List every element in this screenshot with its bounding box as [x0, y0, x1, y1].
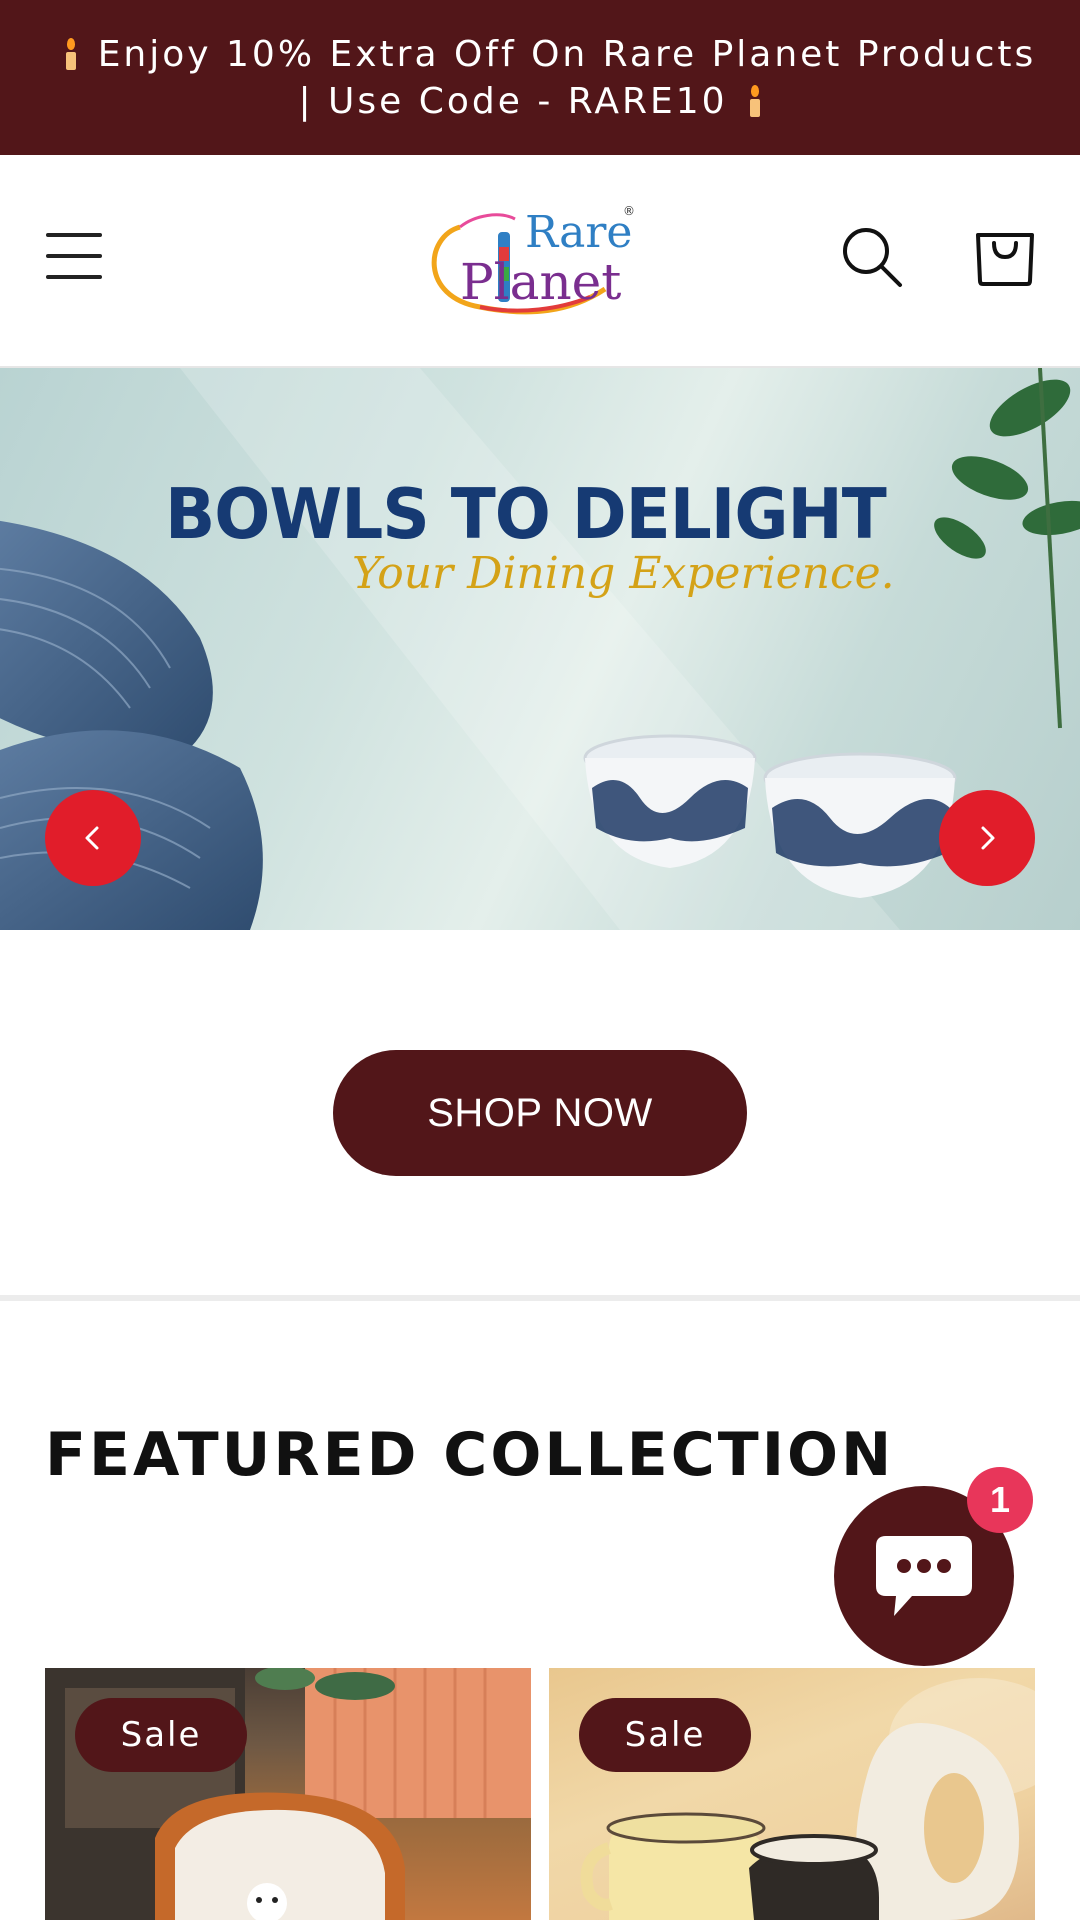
hero-title: BOWLS TO DELIGHT	[165, 474, 887, 555]
featured-collection-title: FEATURED COLLECTION	[45, 1420, 895, 1490]
candle-icon	[64, 36, 78, 70]
slider-prev-button[interactable]	[45, 790, 141, 886]
section-divider	[0, 1295, 1080, 1301]
sale-badge: Sale	[579, 1698, 751, 1772]
hero-banner[interactable]: BOWLS TO DELIGHT Your Dining Experience.	[0, 368, 1080, 930]
slider-next-button[interactable]	[939, 790, 1035, 886]
product-card[interactable]: Sale	[45, 1668, 531, 1920]
sale-badge: Sale	[75, 1698, 247, 1772]
search-icon[interactable]	[840, 225, 904, 289]
announcement-bar: Enjoy 10% Extra Off On Rare Planet Produ…	[0, 0, 1080, 155]
chat-bubble-icon	[876, 1536, 972, 1616]
chevron-right-icon	[981, 826, 995, 850]
announcement-text: Enjoy 10% Extra Off On Rare Planet Produ…	[97, 33, 1037, 122]
hero-subtitle: Your Dining Experience.	[352, 548, 895, 599]
site-header: Rare Planet ®	[0, 157, 1080, 367]
candle-icon	[748, 83, 762, 117]
logo-text-rare: Rare	[525, 207, 632, 258]
logo-registered-mark: ®	[623, 204, 635, 218]
chat-notification-badge: 1	[967, 1467, 1033, 1533]
product-card[interactable]: Sale	[549, 1668, 1035, 1920]
chevron-left-icon	[85, 826, 99, 850]
logo-text-planet: Planet	[460, 253, 621, 311]
hamburger-menu-icon[interactable]	[46, 229, 102, 283]
shopping-bag-icon[interactable]	[972, 221, 1038, 287]
hero-background-image	[0, 368, 1080, 930]
announcement-text-wrap: Enjoy 10% Extra Off On Rare Planet Produ…	[40, 31, 1040, 125]
shop-now-button[interactable]: SHOP NOW	[333, 1050, 747, 1176]
rare-planet-logo[interactable]: Rare Planet ®	[420, 197, 640, 322]
